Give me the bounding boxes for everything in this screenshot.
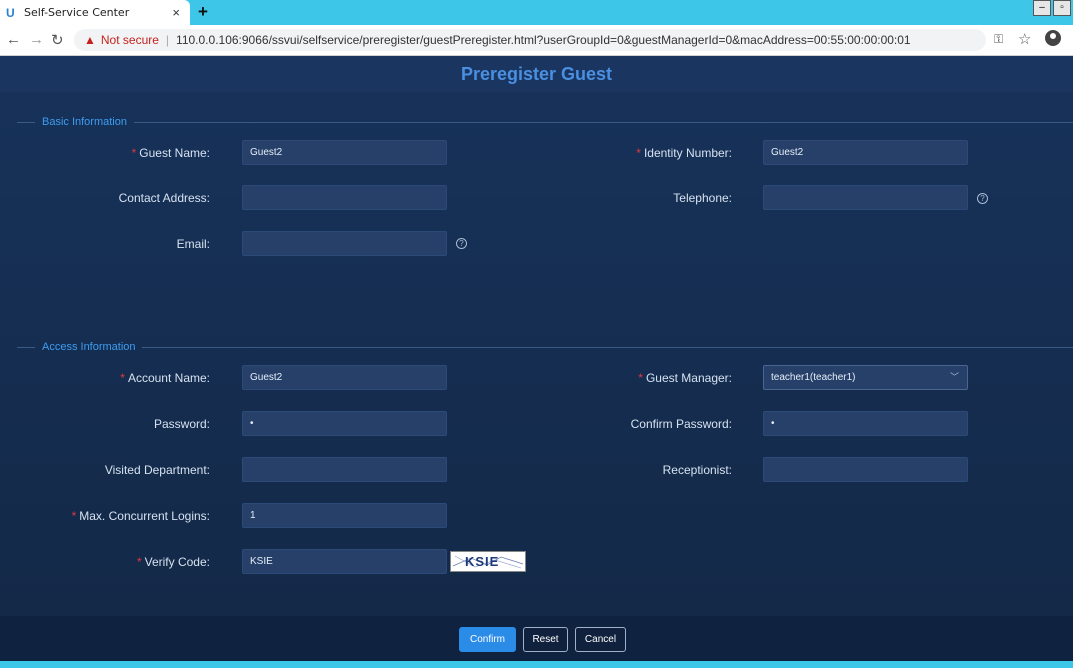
contact-address-input[interactable]	[242, 185, 447, 210]
new-tab-button[interactable]: +	[198, 2, 208, 22]
visited-department-label: Visited Department:	[104, 463, 210, 477]
page-content: Preregister Guest Basic Information * Gue…	[0, 56, 1073, 668]
contact-address-label: Contact Address:	[118, 191, 210, 205]
visited-department-input[interactable]	[242, 457, 447, 482]
guest-manager-select[interactable]: teacher1(teacher1) ﹀	[763, 365, 968, 390]
tab-title: Self-Service Center	[24, 6, 130, 19]
password-label: Password:	[153, 417, 210, 431]
password-input[interactable]: •	[242, 411, 447, 436]
minimize-window-icon[interactable]: –	[1033, 0, 1051, 16]
bookmark-star-icon[interactable]: ☆	[1018, 30, 1031, 48]
email-input[interactable]	[242, 231, 447, 256]
telephone-label: Telephone:	[673, 191, 732, 205]
section-divider	[134, 122, 1073, 123]
section-divider	[17, 122, 35, 123]
browser-tab[interactable]: U Self-Service Center ×	[0, 0, 190, 25]
chevron-down-icon: ﹀	[949, 372, 959, 382]
close-tab-icon[interactable]: ×	[172, 5, 180, 20]
account-name-input[interactable]: Guest2	[242, 365, 447, 390]
site-favicon-icon: U	[6, 5, 15, 20]
browser-tab-bar: U Self-Service Center × + – ▫	[0, 0, 1073, 25]
warning-triangle-icon: ▲	[84, 33, 96, 47]
guest-name-input[interactable]: Guest2	[242, 140, 447, 165]
max-logins-input[interactable]: 1	[242, 503, 447, 528]
verify-code-input[interactable]: KSIE	[242, 549, 447, 574]
browser-address-bar: ← → ↻ ▲ Not secure | 110.0.0.106:9066/ss…	[0, 25, 1073, 56]
identity-number-label: * Identity Number:	[636, 146, 732, 160]
profile-avatar-icon[interactable]	[1045, 30, 1061, 46]
reload-icon[interactable]: ↻	[51, 31, 64, 49]
page-header: Preregister Guest	[0, 56, 1073, 92]
guest-manager-label: * Guest Manager:	[638, 371, 732, 385]
section-title-basic: Basic Information	[42, 116, 127, 128]
cancel-button[interactable]: Cancel	[575, 627, 626, 652]
identity-number-input[interactable]: Guest2	[763, 140, 968, 165]
captcha-image[interactable]: KSIE	[450, 551, 526, 572]
forward-arrow-icon[interactable]: →	[29, 31, 44, 48]
section-divider	[142, 347, 1073, 348]
email-help-icon[interactable]: ?	[456, 238, 467, 249]
verify-code-label: * Verify Code:	[136, 555, 210, 569]
receptionist-input[interactable]	[763, 457, 968, 482]
key-icon[interactable]: ⚿	[994, 32, 1003, 47]
section-divider	[17, 347, 35, 348]
guest-manager-value: teacher1(teacher1)	[771, 372, 856, 383]
telephone-help-icon[interactable]: ?	[977, 193, 988, 204]
window-controls: – ▫	[1033, 0, 1071, 16]
guest-name-label: * Guest Name:	[131, 146, 210, 160]
account-name-label: * Account Name:	[120, 371, 210, 385]
reset-button[interactable]: Reset	[523, 627, 568, 652]
email-label: Email:	[176, 237, 210, 251]
section-title-access: Access Information	[42, 341, 136, 353]
back-arrow-icon[interactable]: ←	[6, 31, 21, 48]
url-separator: |	[165, 33, 170, 47]
page-title: Preregister Guest	[460, 64, 613, 84]
telephone-input[interactable]	[763, 185, 968, 210]
confirm-password-input[interactable]: •	[763, 411, 968, 436]
confirm-button[interactable]: Confirm	[459, 627, 516, 652]
url-text[interactable]: 110.0.0.106:9066/ssvui/selfservice/prere…	[176, 33, 911, 47]
confirm-password-label: Confirm Password:	[630, 417, 732, 431]
url-omnibox[interactable]: ▲ Not secure | 110.0.0.106:9066/ssvui/se…	[74, 29, 986, 51]
receptionist-label: Receptionist:	[662, 463, 732, 477]
bottom-strip	[0, 661, 1073, 668]
max-logins-label: * Max. Concurrent Logins:	[71, 509, 210, 523]
form-footer: Confirm Reset Cancel	[0, 616, 1073, 661]
security-status[interactable]: Not secure	[101, 33, 159, 47]
captcha-text: KSIE	[465, 554, 500, 569]
maximize-window-icon[interactable]: ▫	[1053, 0, 1071, 16]
